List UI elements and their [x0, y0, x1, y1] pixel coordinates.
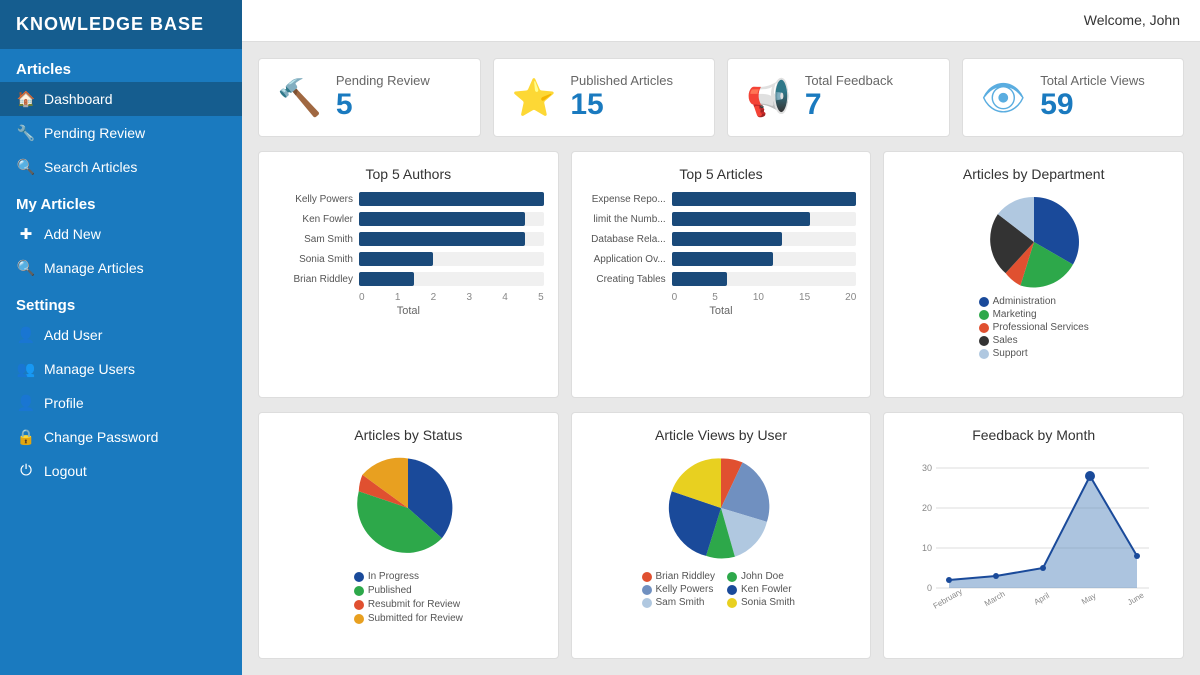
status-pie-chart [353, 453, 463, 563]
sidebar-item-dashboard[interactable]: 🏠 Dashboard [0, 82, 242, 116]
stat-value: 7 [805, 88, 893, 122]
article-views-by-user-card: Article Views by User Brian Rid [571, 412, 872, 659]
articles-by-status-card: Articles by Status In Progress Published… [258, 412, 559, 659]
eye-icon: 👁 [981, 77, 1027, 119]
stat-label: Total Feedback [805, 73, 893, 88]
stat-card-total-views: 👁 Total Article Views 59 [962, 58, 1185, 137]
chart-title: Top 5 Authors [366, 166, 452, 182]
chart-title: Feedback by Month [972, 427, 1095, 443]
star-icon: ⭐ [512, 77, 557, 119]
dashboard-icon: 🏠 [16, 90, 36, 108]
svg-text:June: June [1126, 590, 1146, 607]
stat-label: Total Article Views [1040, 73, 1145, 88]
axis-label: Total [586, 305, 857, 317]
stat-value: 15 [570, 88, 673, 122]
chart-row-2: Articles by Status In Progress Published… [258, 412, 1184, 659]
sidebar: KNOWLEDGE BASE Articles 🏠 Dashboard 🔧 Pe… [0, 0, 242, 675]
dashboard-content: 🔨 Pending Review 5 ⭐ Published Articles … [242, 42, 1200, 675]
sidebar-item-label: Logout [44, 463, 87, 479]
add-icon: ✚ [16, 225, 36, 243]
svg-text:March: March [983, 589, 1007, 608]
stat-label: Published Articles [570, 73, 673, 88]
sidebar-section-my-articles: My Articles [0, 184, 242, 217]
articles-by-dept-card: Articles by Department Administration Ma… [883, 151, 1184, 398]
lock-icon: 🔒 [16, 428, 36, 446]
axis-label: Total [273, 305, 544, 317]
pending-review-icon: 🔧 [16, 124, 36, 142]
sidebar-item-add-new[interactable]: ✚ Add New [0, 217, 242, 251]
stat-cards-row: 🔨 Pending Review 5 ⭐ Published Articles … [258, 58, 1184, 137]
svg-text:April: April [1032, 591, 1051, 607]
sidebar-item-pending-review[interactable]: 🔧 Pending Review [0, 116, 242, 150]
sidebar-item-label: Add User [44, 327, 102, 343]
welcome-message: Welcome, John [1084, 12, 1180, 28]
add-user-icon: 👤 [16, 326, 36, 344]
feedback-line-chart: 30 20 10 0 February March April May June [914, 453, 1154, 603]
svg-text:0: 0 [927, 583, 932, 593]
manage-users-icon: 👥 [16, 360, 36, 378]
dept-pie-chart [984, 192, 1084, 292]
stat-value: 5 [336, 88, 430, 122]
svg-text:20: 20 [922, 503, 932, 513]
sidebar-item-label: Add New [44, 226, 101, 242]
stat-label: Pending Review [336, 73, 430, 88]
svg-text:10: 10 [922, 543, 932, 553]
svg-text:May: May [1080, 591, 1098, 606]
chart-title: Top 5 Articles [679, 166, 762, 182]
topbar: Welcome, John [242, 0, 1200, 42]
app-logo: KNOWLEDGE BASE [0, 0, 242, 49]
views-legend: Brian Riddley John Doe Kelly Powers Ken … [642, 571, 801, 608]
sidebar-item-manage-users[interactable]: 👥 Manage Users [0, 352, 242, 386]
top5-articles-chart: Expense Repo... limit the Numb... Databa… [586, 192, 857, 317]
sidebar-item-label: Manage Users [44, 361, 135, 377]
logout-icon: ⏻ [16, 462, 36, 479]
sidebar-item-label: Dashboard [44, 91, 113, 107]
sidebar-item-profile[interactable]: 👤 Profile [0, 386, 242, 420]
sidebar-item-label: Manage Articles [44, 260, 144, 276]
chart-title: Articles by Department [963, 166, 1105, 182]
top5-authors-chart: Kelly Powers Ken Fowler Sam Smith Sonia … [273, 192, 544, 317]
sidebar-section-settings: Settings [0, 285, 242, 318]
main-content: Welcome, John 🔨 Pending Review 5 ⭐ Publi… [242, 0, 1200, 675]
search-icon: 🔍 [16, 158, 36, 176]
chart-title: Articles by Status [354, 427, 462, 443]
top5-articles-card: Top 5 Articles Expense Repo... limit the… [571, 151, 872, 398]
svg-text:February: February [931, 587, 963, 611]
hammer-icon: 🔨 [277, 77, 322, 119]
status-legend: In Progress Published Resubmit for Revie… [354, 571, 463, 624]
chart-title: Article Views by User [655, 427, 787, 443]
top5-authors-card: Top 5 Authors Kelly Powers Ken Fowler Sa… [258, 151, 559, 398]
stat-card-pending-review: 🔨 Pending Review 5 [258, 58, 481, 137]
sidebar-item-change-password[interactable]: 🔒 Change Password [0, 420, 242, 454]
stat-card-total-feedback: 📢 Total Feedback 7 [727, 58, 950, 137]
sidebar-item-label: Pending Review [44, 125, 145, 141]
sidebar-item-manage-articles[interactable]: 🔍 Manage Articles [0, 251, 242, 285]
profile-icon: 👤 [16, 394, 36, 412]
manage-articles-icon: 🔍 [16, 259, 36, 277]
stat-value: 59 [1040, 88, 1145, 122]
chart-row-1: Top 5 Authors Kelly Powers Ken Fowler Sa… [258, 151, 1184, 398]
sidebar-item-label: Profile [44, 395, 84, 411]
views-pie-chart [666, 453, 776, 563]
sidebar-item-label: Change Password [44, 429, 158, 445]
megaphone-icon: 📢 [746, 77, 791, 119]
sidebar-item-add-user[interactable]: 👤 Add User [0, 318, 242, 352]
dept-legend: Administration Marketing Professional Se… [979, 296, 1089, 359]
sidebar-item-logout[interactable]: ⏻ Logout [0, 454, 242, 487]
svg-text:30: 30 [922, 463, 932, 473]
sidebar-item-search-articles[interactable]: 🔍 Search Articles [0, 150, 242, 184]
sidebar-item-label: Search Articles [44, 159, 137, 175]
feedback-by-month-card: Feedback by Month 30 20 10 0 February Ma… [883, 412, 1184, 659]
sidebar-section-articles: Articles [0, 49, 242, 82]
stat-card-published-articles: ⭐ Published Articles 15 [493, 58, 716, 137]
